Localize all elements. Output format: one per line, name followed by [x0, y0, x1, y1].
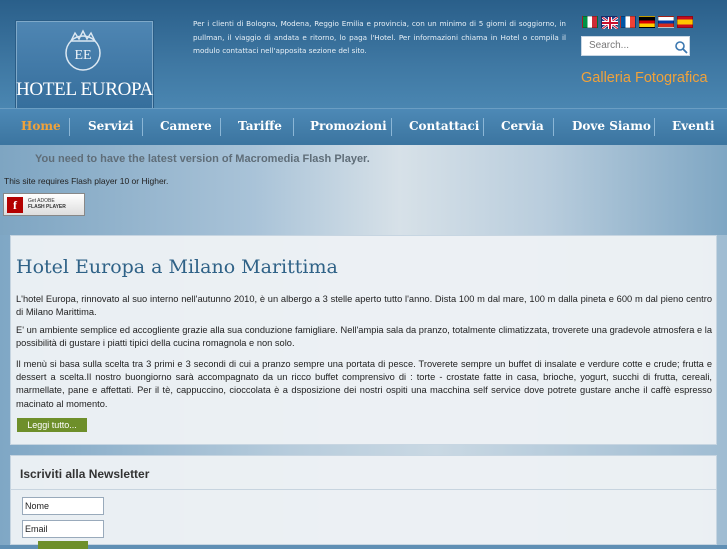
nav-eventi[interactable]: Eventi [672, 119, 715, 133]
newsletter-title: Iscriviti alla Newsletter [20, 467, 150, 481]
search-icon[interactable] [674, 40, 688, 54]
nav-home[interactable]: Home [21, 119, 61, 133]
newsletter-name-field[interactable]: Nome [22, 497, 104, 515]
newsletter-submit-button[interactable] [38, 541, 88, 549]
nav-divider [654, 118, 655, 136]
spanish-flag-icon[interactable] [677, 16, 693, 28]
flash-badge-label: Get ADOBE FLASH PLAYER [28, 198, 66, 210]
nav-divider [69, 118, 70, 136]
nav-contattaci[interactable]: Contattaci [409, 119, 479, 133]
main-navigation: Home Servizi Camere Tariffe Promozioni C… [0, 108, 727, 146]
page-title: Hotel Europa a Milano Marittima [16, 256, 338, 278]
flash-requirement-text: This site requires Flash player 10 or Hi… [4, 176, 169, 186]
nav-divider [553, 118, 554, 136]
nav-divider [142, 118, 143, 136]
newsletter-divider [10, 489, 717, 490]
nav-camere[interactable]: Camere [160, 119, 212, 133]
nav-divider [391, 118, 392, 136]
promo-intro-text: Per i clienti di Bologna, Modena, Reggio… [193, 19, 566, 55]
photo-gallery-link[interactable]: Galleria Fotografica [581, 70, 708, 86]
nav-promozioni[interactable]: Promozioni [310, 119, 387, 133]
flash-missing-message: You need to have the latest version of M… [35, 153, 370, 165]
english-flag-icon[interactable] [601, 16, 618, 29]
french-flag-icon[interactable] [620, 16, 636, 28]
german-flag-icon[interactable] [639, 16, 655, 28]
nav-divider [483, 118, 484, 136]
nav-dove-siamo[interactable]: Dove Siamo [572, 119, 651, 133]
svg-text:EE: EE [74, 48, 91, 63]
nav-cervia[interactable]: Cervia [501, 119, 544, 133]
hotel-logo[interactable]: EE HOTEL EUROPA [15, 20, 154, 111]
nav-divider [220, 118, 221, 136]
logo-text: HOTEL EUROPA [16, 79, 153, 100]
read-more-button[interactable]: Leggi tutto... [17, 418, 87, 432]
russian-flag-icon[interactable] [658, 16, 674, 28]
nav-divider [293, 118, 294, 136]
flash-logo-icon: f [7, 197, 23, 213]
paragraph-menu: Il menù si basa sulla scelta tra 3 primi… [16, 359, 712, 409]
crown-crest-icon: EE [65, 29, 101, 71]
get-flash-player-button[interactable]: f Get ADOBE FLASH PLAYER [3, 193, 85, 216]
nav-servizi[interactable]: Servizi [88, 119, 134, 133]
nav-tariffe[interactable]: Tariffe [238, 119, 282, 133]
italian-flag-icon[interactable] [582, 16, 598, 28]
paragraph-location: L'hotel Europa, rinnovato al suo interno… [16, 294, 712, 318]
newsletter-email-field[interactable]: Email [22, 520, 104, 538]
paragraph-ambience: E' un ambiente semplice ed accogliente g… [16, 325, 712, 349]
